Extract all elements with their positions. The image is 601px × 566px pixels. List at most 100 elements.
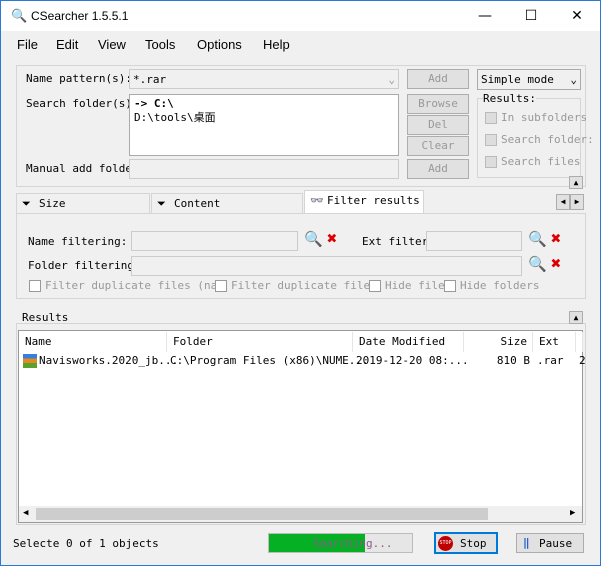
search-folders-list[interactable]: -> C:\ D:\tools\桌面	[129, 94, 399, 156]
menu-bar: File Edit View Tools Options Help	[1, 31, 600, 57]
checkbox[interactable]	[485, 134, 497, 146]
minimize-button[interactable]: —	[462, 1, 508, 31]
folder-item[interactable]: -> C:\	[134, 97, 394, 111]
manual-add-input[interactable]	[129, 159, 399, 179]
column-extra[interactable]: I	[576, 332, 583, 352]
add-label: Add	[428, 162, 448, 175]
tab-content-restrictions[interactable]: ⏷Content restrictions	[151, 193, 303, 229]
search-icon[interactable]: 🔍	[528, 255, 547, 273]
browse-button[interactable]: Browse	[407, 94, 469, 114]
scroll-right-arrow[interactable]: ▶	[570, 508, 575, 518]
pause-label: Pause	[539, 537, 573, 550]
clear-filter-icon[interactable]: ✖	[551, 254, 561, 274]
folder-item[interactable]: D:\tools\桌面	[134, 111, 394, 125]
checkbox[interactable]	[369, 280, 381, 292]
search-files-checkbox[interactable]: Search files	[485, 155, 580, 168]
title-bar: 🔍 CSearcher 1.5.5.1 — ☐ ✕	[1, 1, 600, 31]
progress-text: Searching...	[313, 537, 393, 550]
add-pattern-button[interactable]: Add	[407, 69, 469, 89]
hide-folders-checkbox[interactable]: Hide folders	[444, 279, 540, 292]
stop-icon: STOP	[438, 536, 453, 551]
tab-size-restrictions[interactable]: ⏷Size restrictions	[16, 193, 150, 229]
folder-filtering-input[interactable]	[131, 256, 522, 276]
cell-folder: C:\Program Files (x86)\NUME...	[170, 354, 369, 367]
stop-button[interactable]: STOP Stop	[434, 532, 498, 554]
rar-file-icon	[23, 354, 37, 368]
close-button[interactable]: ✕	[554, 1, 600, 31]
scroll-left-arrow[interactable]: ◀	[23, 508, 28, 518]
name-pattern-label: Name pattern(s):	[26, 72, 132, 85]
app-icon: 🔍	[11, 8, 28, 23]
clear-filter-icon[interactable]: ✖	[551, 229, 561, 249]
tab-filter-results[interactable]: 👓 Filter results	[304, 190, 424, 214]
cell-name: Navisworks.2020_jb...	[39, 354, 179, 367]
column-date-modified[interactable]: Date Modified	[353, 332, 464, 352]
scroll-thumb[interactable]	[36, 508, 488, 520]
folder-filtering-label: Folder filtering:	[28, 259, 141, 272]
manual-add-label: Manual add folder	[26, 162, 139, 175]
filter-duplicate-name-checkbox[interactable]: Filter duplicate files (name	[29, 279, 230, 292]
name-filtering-input[interactable]	[131, 231, 298, 251]
manual-add-button[interactable]: Add	[407, 159, 469, 179]
del-button[interactable]: Del	[407, 115, 469, 135]
column-ext[interactable]: Ext	[533, 332, 576, 352]
clear-filter-icon[interactable]: ✖	[327, 229, 337, 249]
mode-value: Simple mode	[481, 73, 554, 86]
hide-files-checkbox[interactable]: Hide files	[369, 279, 452, 292]
pause-icon: ‖	[523, 536, 530, 549]
label: Hide folders	[460, 279, 540, 292]
glasses-icon: 👓	[310, 194, 324, 207]
checkbox[interactable]	[215, 280, 227, 292]
menu-options[interactable]: Options	[197, 37, 242, 52]
results-group-label: Results:	[483, 92, 536, 105]
tab-scroll-left[interactable]: ◀	[556, 194, 570, 210]
menu-help[interactable]: Help	[263, 37, 290, 52]
label: Hide files	[385, 279, 452, 292]
stop-label: Stop	[460, 537, 487, 550]
clear-button[interactable]: Clear	[407, 136, 469, 156]
cell-extra: 2	[579, 354, 586, 367]
pause-button[interactable]: ‖ Pause	[516, 533, 584, 553]
menu-file[interactable]: File	[17, 37, 38, 52]
name-pattern-input[interactable]: *.rar ⌄	[129, 69, 399, 89]
checkbox[interactable]	[444, 280, 456, 292]
column-name[interactable]: Name	[19, 332, 167, 352]
chevron-down-icon: ⌄	[570, 73, 577, 86]
label: In subfolders	[501, 111, 588, 124]
in-subfolders-checkbox[interactable]: In subfolders	[485, 111, 587, 124]
window-title: CSearcher 1.5.5.1	[31, 9, 129, 23]
menu-edit[interactable]: Edit	[56, 37, 78, 52]
cell-ext: .rar	[537, 354, 564, 367]
menu-view[interactable]: View	[98, 37, 126, 52]
label: Search files	[501, 155, 581, 168]
mode-select[interactable]: Simple mode ⌄	[477, 69, 581, 90]
funnel-icon: ⏷	[22, 197, 31, 210]
cell-date: 2019-12-20 08:...	[356, 354, 469, 367]
checkbox[interactable]	[485, 156, 497, 168]
results-label: Results	[22, 311, 69, 324]
tab-scroll-right[interactable]: ▶	[570, 194, 584, 210]
column-size[interactable]: Size	[464, 332, 533, 352]
search-folder-checkbox[interactable]: Search folder:	[485, 133, 594, 146]
checkbox[interactable]	[29, 280, 41, 292]
chevron-down-icon: ⌄	[388, 73, 395, 86]
label: Filter duplicate files	[231, 279, 377, 292]
add-label: Add	[428, 72, 448, 85]
menu-tools[interactable]: Tools	[145, 37, 175, 52]
maximize-button[interactable]: ☐	[508, 1, 554, 31]
search-progress-bar: Searching...	[268, 533, 413, 553]
search-icon[interactable]: 🔍	[304, 230, 323, 248]
search-folder-label: Search folder(s):	[26, 97, 139, 110]
label: Filter duplicate files (name	[45, 279, 231, 292]
filter-duplicate-files-checkbox[interactable]: Filter duplicate files	[215, 279, 377, 292]
cell-size: 810 B	[496, 354, 530, 367]
horizontal-scrollbar[interactable]: ◀ ▶	[19, 506, 582, 522]
funnel-icon: ⏷	[157, 197, 166, 210]
tab-label: Filter results	[327, 194, 420, 207]
search-icon[interactable]: 🔍	[528, 230, 547, 248]
column-folder[interactable]: Folder	[167, 332, 353, 352]
ext-filtering-input[interactable]	[426, 231, 522, 251]
collapse-results-button[interactable]: ▲	[569, 311, 583, 324]
collapse-search-button[interactable]: ▲	[569, 176, 583, 189]
checkbox[interactable]	[485, 112, 497, 124]
